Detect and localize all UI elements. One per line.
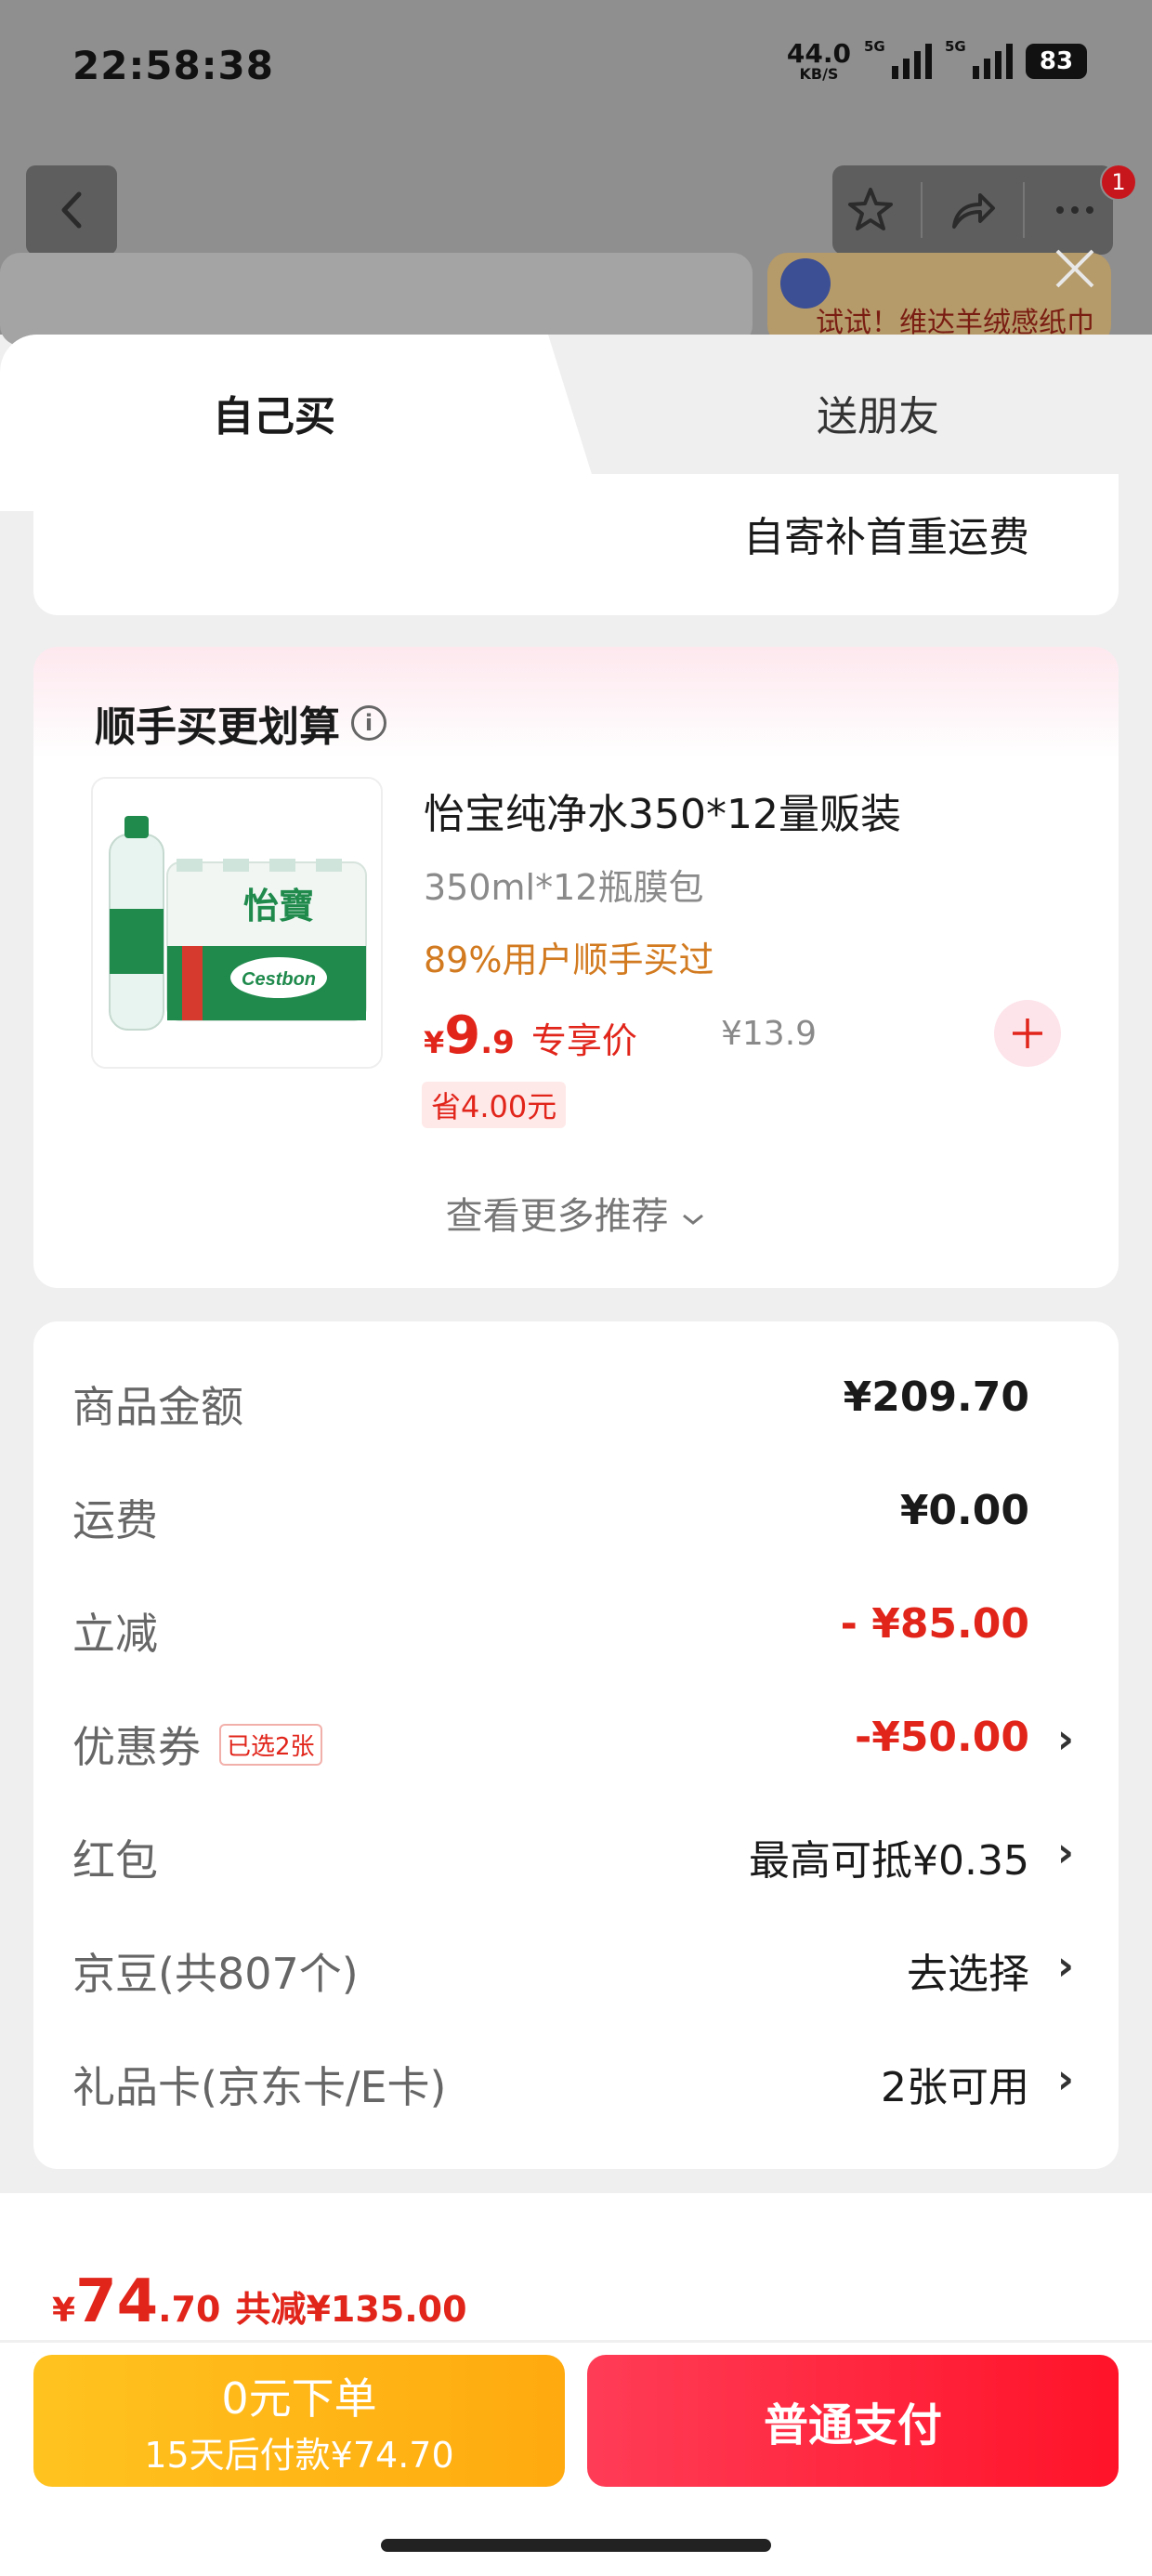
chevron-right-icon: › xyxy=(1056,1942,1074,1990)
chevron-right-icon: › xyxy=(1056,2056,1074,2103)
product-image-brand: 怡寶 xyxy=(243,886,314,927)
signal-label: 5G xyxy=(864,38,885,55)
network-speed: 44.0 KB/S xyxy=(787,41,851,82)
summary-row-red-packet[interactable]: 红包 最高可抵¥0.35 › xyxy=(33,1794,1119,1907)
summary-value: -¥50.00 xyxy=(854,1714,1029,1761)
signal-icon: 5G xyxy=(864,38,932,79)
back-arrow-icon xyxy=(61,191,82,229)
water-bottle-image: Cestbon 怡寶 xyxy=(93,779,381,1067)
summary-label: 礼品卡(京东卡/E卡) xyxy=(72,2062,447,2112)
product-image[interactable]: Cestbon 怡寶 xyxy=(91,777,383,1069)
info-icon[interactable]: i xyxy=(351,705,386,741)
plus-icon xyxy=(1013,1019,1042,1048)
tab-buy-for-self-label[interactable]: 自己买 xyxy=(0,383,548,442)
summary-row-instant-discount: 立减 - ¥85.00 xyxy=(33,1567,1119,1680)
status-indicators: 44.0 KB/S 5G 5G 83 xyxy=(787,38,1087,82)
status-time: 22:58:38 xyxy=(72,43,274,88)
shipping-text: 自寄补首重运费 xyxy=(743,514,1029,561)
coupon-selected-badge: 已选2张 xyxy=(219,1723,322,1766)
summary-row-shipping-fee: 运费 ¥0.00 xyxy=(33,1453,1119,1567)
background-card xyxy=(0,253,753,346)
total-currency: ¥ xyxy=(52,2292,76,2330)
summary-value: 最高可抵¥0.35 xyxy=(749,1837,1029,1885)
normal-pay-button[interactable]: 普通支付 xyxy=(587,2355,1119,2487)
pay-later-button[interactable]: 0元下单 15天后付款¥74.70 xyxy=(33,2355,565,2487)
summary-row-goods-amount: 商品金额 ¥209.70 xyxy=(33,1340,1119,1453)
star-icon[interactable] xyxy=(844,184,897,236)
save-badge: 省4.00元 xyxy=(422,1082,567,1128)
back-button[interactable] xyxy=(26,165,117,255)
chevron-right-icon: › xyxy=(1056,1829,1074,1876)
original-price: ¥13.9 xyxy=(721,1015,818,1053)
recommend-card: 顺手买更划算 i Cestbon 怡寶 怡宝纯净水350*12量贩装 350ml… xyxy=(33,647,1119,1288)
divider xyxy=(0,2340,1152,2343)
price-currency: ¥ xyxy=(424,1025,445,1060)
summary-label: 立减 xyxy=(72,1609,158,1659)
shipping-card: 自寄补首重运费 xyxy=(33,474,1119,615)
summary-value: - ¥85.00 xyxy=(840,1600,1029,1648)
summary-value: ¥0.00 xyxy=(899,1487,1029,1534)
pay-later-subtitle: 15天后付款¥74.70 xyxy=(144,2434,454,2476)
home-indicator[interactable] xyxy=(381,2539,771,2552)
notification-badge: 1 xyxy=(1100,164,1137,201)
close-icon[interactable] xyxy=(1050,243,1100,294)
network-speed-unit: KB/S xyxy=(799,65,839,83)
summary-label-text: 优惠券 xyxy=(72,1722,201,1772)
summary-label: 京豆(共807个) xyxy=(72,1949,359,1999)
chevron-right-icon: › xyxy=(1056,1715,1074,1763)
total-price: ¥ 74 .70 共减¥135.00 xyxy=(52,2267,467,2336)
more-icon[interactable] xyxy=(1049,184,1101,236)
product-spec: 350ml*12瓶膜包 xyxy=(424,867,704,908)
summary-label: 优惠券 已选2张 xyxy=(72,1714,322,1775)
summary-value: 去选择 xyxy=(907,1951,1029,1998)
battery-icon: 83 xyxy=(1026,44,1087,79)
network-speed-value: 44.0 xyxy=(786,38,851,69)
signal-label: 5G xyxy=(945,38,966,55)
summary-row-coupon[interactable]: 优惠券 已选2张 -¥50.00 › xyxy=(33,1680,1119,1794)
see-more-label: 查看更多推荐 xyxy=(445,1195,669,1238)
summary-row-jd-beans[interactable]: 京豆(共807个) 去选择 › xyxy=(33,1907,1119,2020)
divider xyxy=(1023,182,1025,238)
price-decimal: .9 xyxy=(480,1024,515,1061)
add-to-cart-button[interactable] xyxy=(994,1000,1061,1067)
share-icon[interactable] xyxy=(947,184,999,236)
background-page: 22:58:38 44.0 KB/S 5G 5G 83 1 试试！维达羊绒感纸巾 xyxy=(0,0,1152,346)
summary-row-gift-card[interactable]: 礼品卡(京东卡/E卡) 2张可用 › xyxy=(33,2020,1119,2134)
price-summary-card: 商品金额 ¥209.70 运费 ¥0.00 立减 - ¥85.00 优惠券 已选… xyxy=(33,1321,1119,2169)
total-integer: 74 xyxy=(75,2267,159,2336)
divider xyxy=(921,182,923,238)
purchase-tabs: 自己买 送朋友 xyxy=(0,335,1152,511)
product-name[interactable]: 怡宝纯净水350*12量贩装 xyxy=(424,781,901,840)
nav-actions xyxy=(832,165,1113,255)
pay-later-title: 0元下单 xyxy=(221,2372,377,2424)
product-price: ¥ 9 .9 专享价 xyxy=(424,1005,637,1066)
status-bar: 22:58:38 44.0 KB/S 5G 5G 83 xyxy=(0,0,1152,139)
price-tag: 专享价 xyxy=(530,1020,637,1061)
see-more-recommendations[interactable]: 查看更多推荐 xyxy=(33,1186,1119,1240)
checkout-sheet: 自己买 送朋友 自寄补首重运费 顺手买更划算 i Cestbon 怡寶 怡宝纯净… xyxy=(0,335,1152,2576)
summary-value: ¥209.70 xyxy=(843,1373,1029,1421)
total-decimal: .70 xyxy=(158,2289,221,2330)
chevron-down-icon xyxy=(683,1214,704,1225)
product-image-sub: Cestbon xyxy=(242,969,316,990)
product-bought-ratio: 89%用户顺手买过 xyxy=(424,940,714,980)
recommend-title: 顺手买更划算 i xyxy=(95,693,386,753)
summary-label: 运费 xyxy=(72,1495,158,1545)
summary-label: 红包 xyxy=(72,1835,158,1886)
summary-label: 商品金额 xyxy=(72,1382,243,1432)
checkout-footer: ¥ 74 .70 共减¥135.00 0元下单 15天后付款¥74.70 普通支… xyxy=(0,2193,1152,2576)
recommend-title-text: 顺手买更划算 xyxy=(95,703,340,751)
tab-gift-to-friend[interactable]: 送朋友 xyxy=(650,383,1106,442)
summary-value: 2张可用 xyxy=(881,2064,1029,2111)
signal-icon: 5G xyxy=(945,38,1013,79)
price-integer: 9 xyxy=(444,1005,481,1066)
total-savings: 共减¥135.00 xyxy=(235,2289,467,2330)
